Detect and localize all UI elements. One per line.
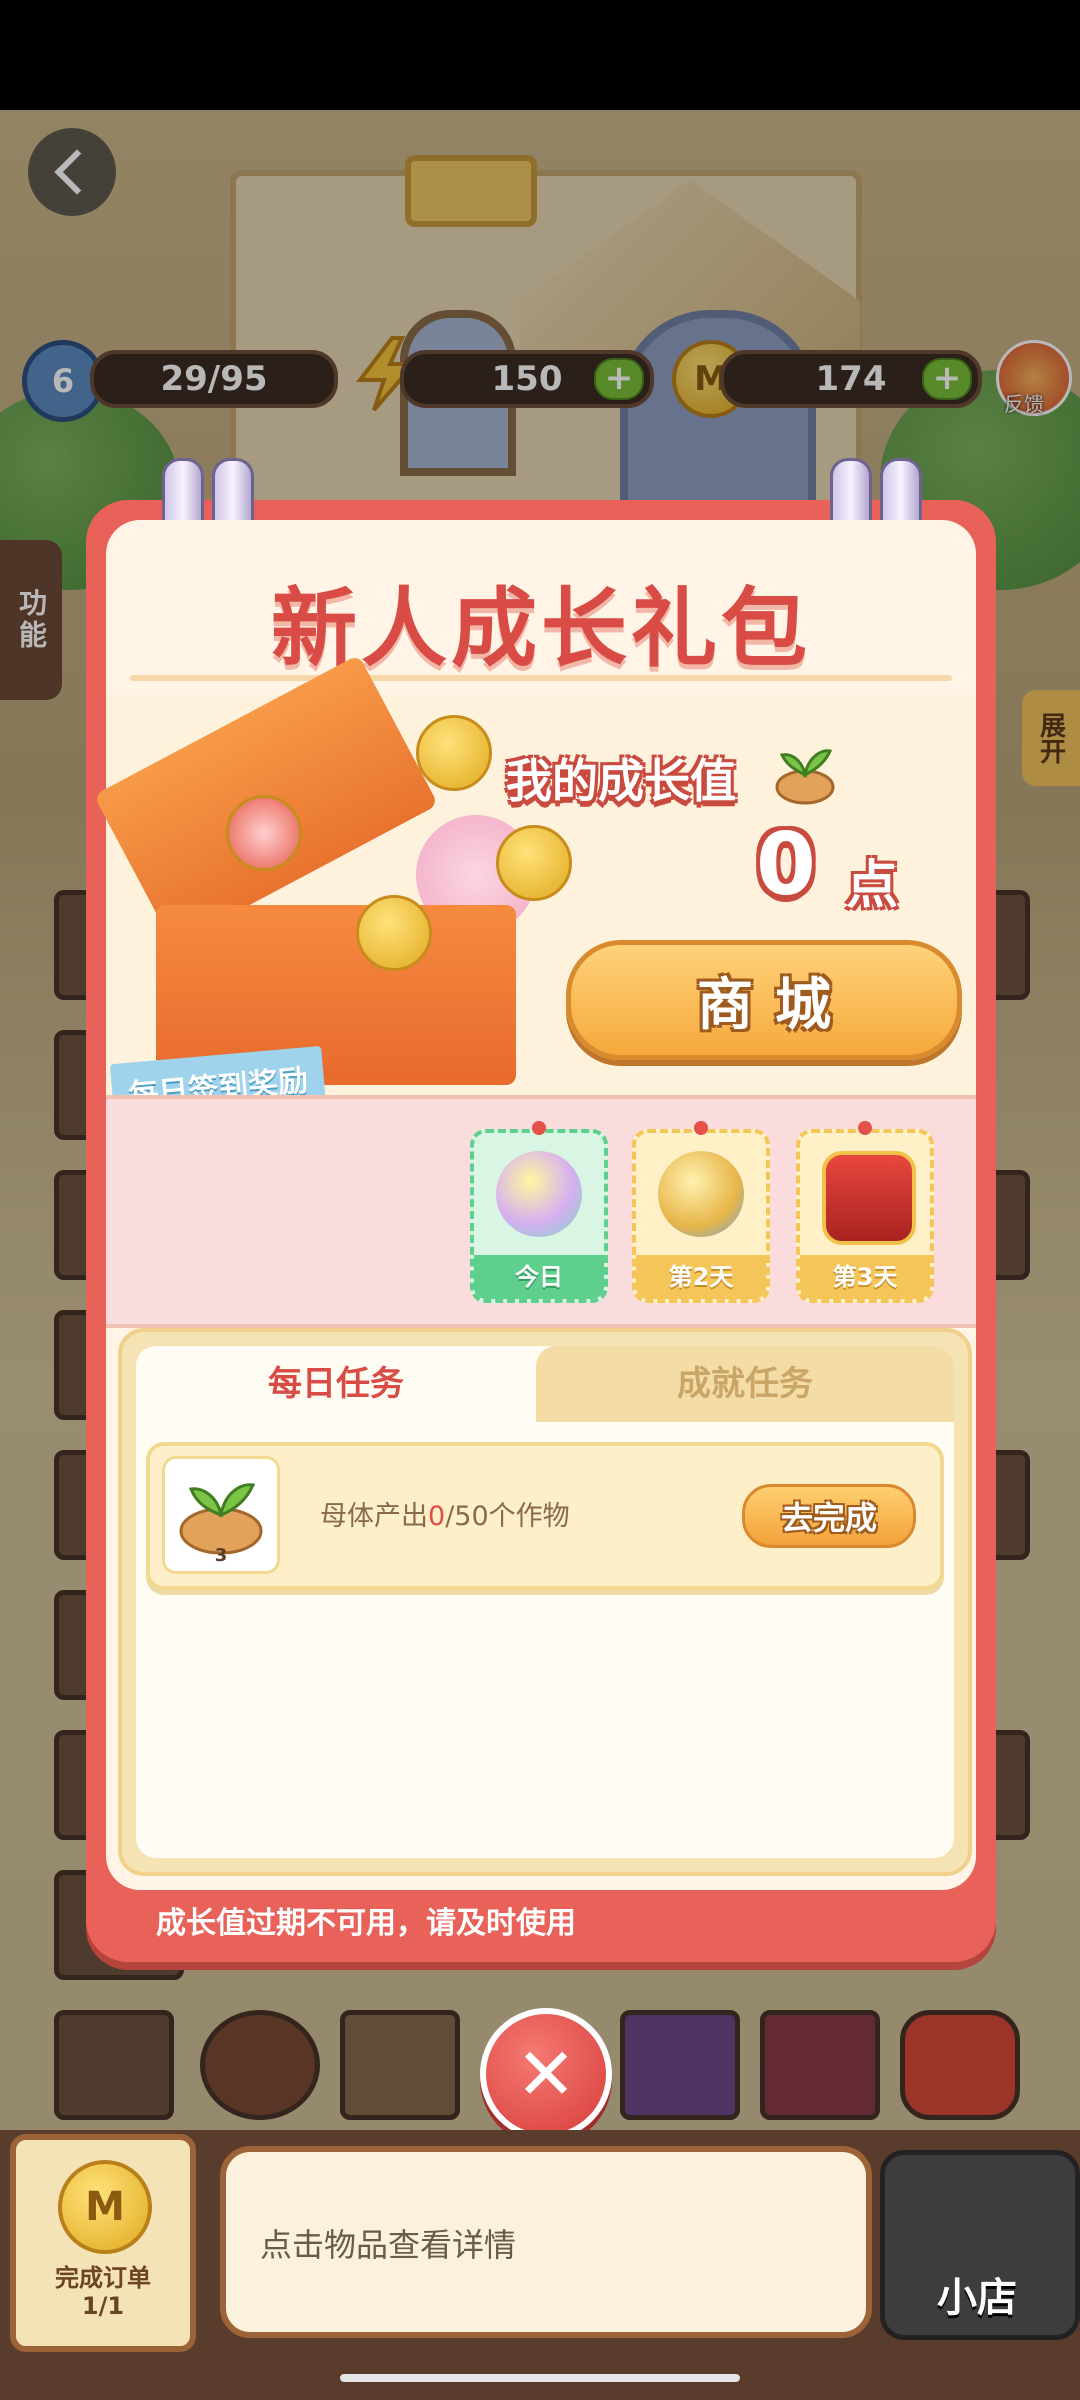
task-progress: 0	[428, 1501, 446, 1532]
task-description: 母体产出0/50个作物	[320, 1494, 570, 1533]
shop-label: 小店	[937, 2275, 1017, 2321]
modal-title: 新人成长礼包	[271, 579, 811, 679]
growth-value-label: 我的成长值	[506, 754, 736, 808]
checkin-day-label: 今日	[474, 1255, 604, 1299]
divider	[130, 675, 952, 681]
gold-coin-icon	[356, 895, 432, 971]
sprout-icon	[775, 749, 835, 805]
checkin-day-3[interactable]: 第3天	[796, 1121, 934, 1303]
checkin-day-today[interactable]: 今日	[470, 1121, 608, 1303]
pin-icon	[858, 1121, 872, 1135]
task-panel-inner: 成就任务 每日任务 3 母体产出0/50个作物 去完成	[136, 1346, 954, 1858]
tab-daily-tasks[interactable]: 每日任务	[136, 1346, 536, 1422]
checkin-day-label: 第3天	[800, 1255, 930, 1299]
detail-hint: 点击物品查看详情	[260, 2226, 517, 2264]
gift-box-illustration	[93, 654, 572, 1095]
growth-pack-modal: 新人成长礼包 每日签到奖励 我的成长值 0 点 商城 今日 第2天 第3天 成就…	[86, 458, 996, 1962]
shop-button-label: 商城	[697, 972, 853, 1038]
growth-banner: 每日签到奖励 我的成长值 0 点 商城	[93, 654, 976, 1125]
gold-coin-icon	[416, 715, 492, 791]
checkin-strip: 今日 第2天 第3天	[106, 1095, 976, 1328]
shop-button[interactable]: 商城	[566, 940, 962, 1060]
sprout-icon: 3	[179, 1483, 263, 1566]
close-modal-button[interactable]: ✕	[480, 2008, 612, 2140]
order-label: 完成订单	[55, 2264, 151, 2292]
gold-coin-icon	[496, 825, 572, 901]
item-detail-panel[interactable]: 点击物品查看详情	[220, 2146, 872, 2338]
small-shop-button[interactable]: 小店	[880, 2150, 1080, 2340]
checkin-day-2[interactable]: 第2天	[632, 1121, 770, 1303]
modal-body: 新人成长礼包 每日签到奖励 我的成长值 0 点 商城 今日 第2天 第3天 成就…	[93, 520, 976, 1890]
task-suffix: /50个作物	[445, 1501, 570, 1532]
complete-order-button[interactable]: M 完成订单 1/1	[10, 2134, 196, 2352]
task-panel: 成就任务 每日任务 3 母体产出0/50个作物 去完成	[118, 1328, 972, 1876]
expiry-note: 成长值过期不可用，请及时使用	[156, 1906, 576, 1941]
task-item-icon: 3	[162, 1456, 280, 1574]
task-icon-count: 3	[215, 1545, 228, 1566]
task-row: 3 母体产出0/50个作物 去完成	[146, 1442, 944, 1590]
go-complete-label: 去完成	[780, 1499, 877, 1537]
home-indicator[interactable]	[340, 2374, 740, 2382]
tab-achievement-tasks[interactable]: 成就任务	[536, 1346, 954, 1422]
growth-value: 0	[756, 815, 816, 915]
checkin-day-label: 第2天	[636, 1255, 766, 1299]
go-complete-button[interactable]: 去完成	[742, 1484, 916, 1548]
close-icon: ✕	[515, 2032, 577, 2116]
pin-icon	[532, 1121, 546, 1135]
order-count: 1/1	[81, 2292, 125, 2320]
energy-orb-icon	[496, 1151, 582, 1237]
task-prefix: 母体产出	[320, 1501, 428, 1532]
coin-icon: M	[58, 2160, 152, 2254]
coin-symbol: M	[85, 2184, 125, 2230]
growth-unit: 点	[846, 856, 899, 916]
gear-clock-icon	[658, 1151, 744, 1237]
energy-coin-icon	[226, 795, 302, 871]
treasure-chest-icon	[822, 1151, 916, 1245]
pin-icon	[694, 1121, 708, 1135]
